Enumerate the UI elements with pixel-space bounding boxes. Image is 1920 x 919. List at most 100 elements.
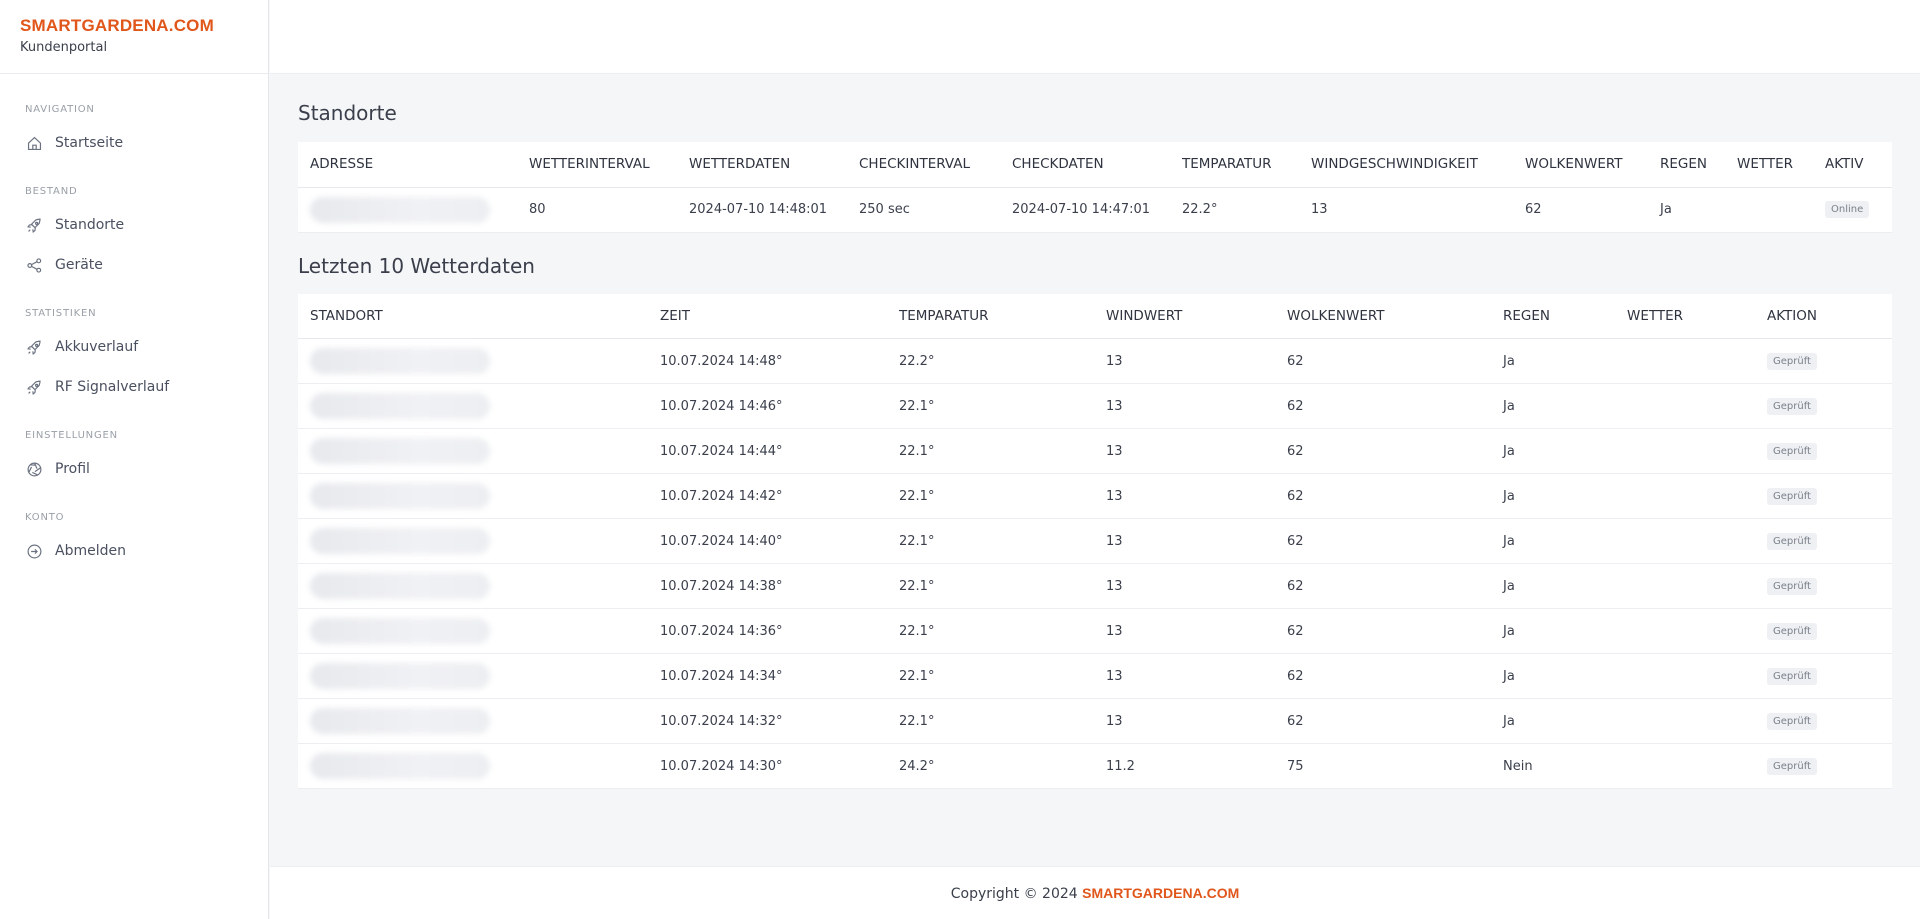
checked-badge[interactable]: Geprüft	[1767, 397, 1817, 415]
rocket-icon	[25, 338, 43, 356]
checkinterval-cell: 250 sec	[847, 187, 1000, 233]
standorte-title: Standorte	[298, 101, 397, 125]
wolken-cell: 62	[1275, 698, 1491, 744]
sidebar-item-profil[interactable]: Profil	[0, 449, 268, 489]
wind-cell: 13	[1094, 608, 1275, 654]
checked-badge[interactable]: Geprüft	[1767, 712, 1817, 730]
regen-cell: Ja	[1491, 698, 1615, 744]
column-header: REGEN	[1648, 142, 1725, 188]
table-row[interactable]: 10.07.2024 14:44° 22.1° 13 62 Ja Geprüft	[298, 428, 1892, 474]
zeit-cell: 10.07.2024 14:36°	[648, 608, 887, 654]
column-header: WOLKENWERT	[1513, 142, 1648, 188]
wetterdaten-title: Letzten 10 Wetterdaten	[298, 253, 535, 278]
regen-cell: Ja	[1491, 518, 1615, 564]
standort-cell-redacted	[298, 518, 648, 564]
wetter-cell	[1615, 608, 1755, 654]
column-header: WOLKENWERT	[1275, 293, 1491, 339]
sidebar-item-ger-te[interactable]: Geräte	[0, 245, 268, 285]
column-header: TEMPARATUR	[887, 293, 1094, 339]
top-header	[270, 0, 1920, 74]
table-row[interactable]: 80 2024-07-10 14:48:01 250 sec 2024-07-10 1…	[298, 187, 1892, 233]
sidebar-item-abmelden[interactable]: Abmelden	[0, 531, 268, 571]
table-row[interactable]: 10.07.2024 14:36° 22.1° 13 62 Ja Geprüft	[298, 608, 1892, 654]
column-header: WINDWERT	[1094, 293, 1275, 339]
nav-section-navigation: NAVIGATION Startseite	[0, 101, 268, 163]
table-row[interactable]: 10.07.2024 14:34° 22.1° 13 62 Ja Geprüft	[298, 653, 1892, 699]
wolken-cell: 62	[1275, 608, 1491, 654]
sidebar-item-akkuverlauf[interactable]: Akkuverlauf	[0, 327, 268, 367]
wind-cell: 13	[1299, 187, 1513, 233]
redacted-standort	[310, 708, 490, 734]
aktion-cell: Geprüft	[1755, 743, 1892, 789]
nav-heading: STATISTIKEN	[25, 308, 97, 319]
temp-cell: 22.2°	[887, 338, 1094, 384]
sidebar-item-label: Standorte	[55, 217, 125, 233]
standort-cell-redacted	[298, 428, 648, 474]
status-cell: Online	[1813, 187, 1892, 233]
aktion-cell: Geprüft	[1755, 698, 1892, 744]
temp-cell: 22.1°	[887, 608, 1094, 654]
temp-cell: 22.1°	[887, 383, 1094, 429]
wetter-cell	[1615, 428, 1755, 474]
standorte-header-row: ADRESSE WETTERINTERVAL WETTERDATEN CHECKINT…	[298, 142, 1892, 188]
temp-cell: 22.1°	[887, 653, 1094, 699]
checked-badge[interactable]: Geprüft	[1767, 667, 1817, 685]
checked-badge[interactable]: Geprüft	[1767, 577, 1817, 595]
column-header: ADRESSE	[298, 142, 517, 188]
wetter-cell	[1615, 698, 1755, 744]
rocket-icon	[25, 216, 43, 234]
brand-logo-text[interactable]: SMARTGARDENA.COM	[20, 16, 268, 36]
wolken-cell: 62	[1275, 563, 1491, 609]
zeit-cell: 10.07.2024 14:34°	[648, 653, 887, 699]
standort-cell-redacted	[298, 473, 648, 519]
sidebar-nav: NAVIGATION Startseite BESTAND Standorte …	[0, 74, 268, 571]
wetter-cell	[1725, 187, 1813, 233]
brand-block: SMARTGARDENA.COM Kundenportal	[0, 0, 268, 74]
checked-badge[interactable]: Geprüft	[1767, 487, 1817, 505]
wolken-cell: 62	[1275, 338, 1491, 384]
aktion-cell: Geprüft	[1755, 428, 1892, 474]
wetter-cell	[1615, 338, 1755, 384]
table-row[interactable]: 10.07.2024 14:46° 22.1° 13 62 Ja Geprüft	[298, 383, 1892, 429]
wolken-cell: 62	[1275, 653, 1491, 699]
wolken-cell: 62	[1275, 428, 1491, 474]
nav-section-bestand: BESTAND Standorte Geräte	[0, 183, 268, 285]
footer-brand-link[interactable]: SMARTGARDENA.COM	[1082, 885, 1239, 901]
checked-badge[interactable]: Geprüft	[1767, 352, 1817, 370]
sidebar-item-rf-signalverlauf[interactable]: RF Signalverlauf	[0, 367, 268, 407]
table-row[interactable]: 10.07.2024 14:38° 22.1° 13 62 Ja Geprüft	[298, 563, 1892, 609]
sidebar-item-startseite[interactable]: Startseite	[0, 123, 268, 163]
column-header: WETTERDATEN	[677, 142, 847, 188]
home-icon	[25, 134, 43, 152]
standort-cell-redacted	[298, 338, 648, 384]
table-row[interactable]: 10.07.2024 14:42° 22.1° 13 62 Ja Geprüft	[298, 473, 1892, 519]
wetter-cell	[1615, 383, 1755, 429]
share-icon	[25, 256, 43, 274]
checked-badge[interactable]: Geprüft	[1767, 442, 1817, 460]
regen-cell: Ja	[1491, 428, 1615, 474]
sidebar-item-standorte[interactable]: Standorte	[0, 205, 268, 245]
status-badge: Online	[1825, 201, 1870, 218]
table-row[interactable]: 10.07.2024 14:40° 22.1° 13 62 Ja Geprüft	[298, 518, 1892, 564]
zeit-cell: 10.07.2024 14:42°	[648, 473, 887, 519]
checked-badge[interactable]: Geprüft	[1767, 622, 1817, 640]
redacted-standort	[310, 618, 490, 644]
brand-subtitle: Kundenportal	[20, 40, 108, 55]
checked-badge[interactable]: Geprüft	[1767, 757, 1817, 775]
temp-cell: 22.1°	[887, 698, 1094, 744]
table-row[interactable]: 10.07.2024 14:48° 22.2° 13 62 Ja Geprüft	[298, 338, 1892, 384]
table-row[interactable]: 10.07.2024 14:32° 22.1° 13 62 Ja Geprüft	[298, 698, 1892, 744]
wetter-cell	[1615, 473, 1755, 519]
column-header: AKTION	[1755, 293, 1892, 339]
rocket-icon	[25, 378, 43, 396]
wolken-cell: 62	[1513, 187, 1648, 233]
wind-cell: 13	[1094, 518, 1275, 564]
regen-cell: Nein	[1491, 743, 1615, 789]
standort-cell-redacted	[298, 698, 648, 744]
table-row[interactable]: 10.07.2024 14:30° 24.2° 11.2 75 Nein Geprüft	[298, 743, 1892, 789]
redacted-standort	[310, 483, 490, 509]
standort-cell-redacted	[298, 653, 648, 699]
checked-badge[interactable]: Geprüft	[1767, 532, 1817, 550]
redacted-address	[310, 196, 490, 223]
wetterdaten-header-row: STANDORT ZEIT TEMPARATUR WINDWERT WOLKENWERT…	[298, 293, 1892, 339]
